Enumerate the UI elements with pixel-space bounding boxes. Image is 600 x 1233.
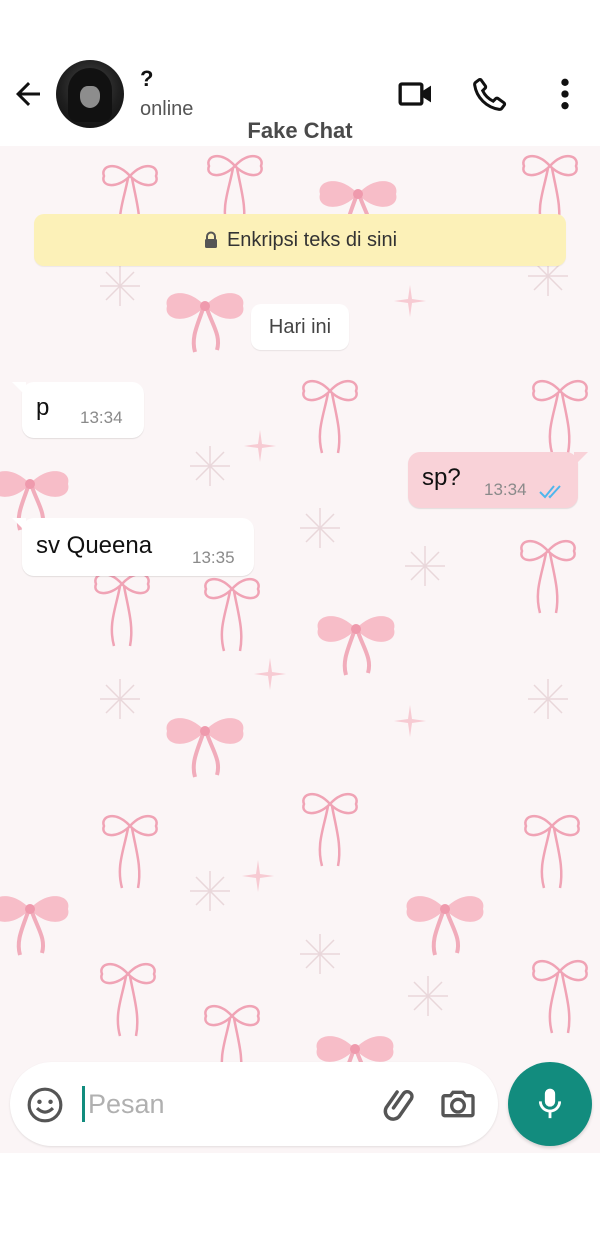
message-time: 13:34: [484, 480, 527, 499]
voice-message-button[interactable]: [508, 1062, 592, 1146]
message-text: sv Queena: [36, 532, 153, 559]
outgoing-message[interactable]: sp? 13:34: [408, 452, 588, 508]
attach-icon[interactable]: [382, 1086, 420, 1124]
message-time: 13:34: [80, 408, 123, 427]
bottom-blank-area: [0, 1153, 600, 1233]
emoji-icon[interactable]: [26, 1086, 64, 1124]
more-options-icon[interactable]: [545, 74, 585, 114]
message-input[interactable]: [86, 1082, 366, 1126]
contact-name[interactable]: ?: [140, 66, 153, 92]
message-text: p: [36, 394, 50, 421]
encryption-notice-text: Enkripsi teks di sini: [226, 228, 398, 251]
app-title: Fake Chat: [247, 118, 353, 143]
incoming-message[interactable]: sv Queena 13:35: [12, 518, 254, 576]
voice-call-icon[interactable]: [470, 74, 510, 114]
chat-header: ? online Fake Chat: [0, 0, 600, 146]
encryption-notice[interactable]: Enkripsi teks di sini: [34, 214, 566, 266]
message-composer[interactable]: [10, 1062, 498, 1146]
mic-icon: [538, 1088, 562, 1119]
read-receipt-icon: [539, 485, 561, 499]
bow-wallpaper: [0, 154, 588, 1097]
chat-area[interactable]: Enkripsi teks di sini Hari ini p 13:34 s…: [0, 146, 600, 1153]
text-cursor: [82, 1086, 85, 1122]
camera-icon[interactable]: [438, 1084, 478, 1124]
lock-icon: [204, 231, 217, 248]
date-divider-label: Hari ini: [268, 315, 332, 338]
video-call-icon[interactable]: [396, 74, 436, 114]
back-arrow-icon[interactable]: [10, 76, 46, 112]
message-time: 13:35: [192, 548, 235, 567]
date-divider: Hari ini: [251, 304, 349, 350]
message-text: sp?: [422, 464, 461, 491]
incoming-message[interactable]: p 13:34: [12, 382, 144, 438]
